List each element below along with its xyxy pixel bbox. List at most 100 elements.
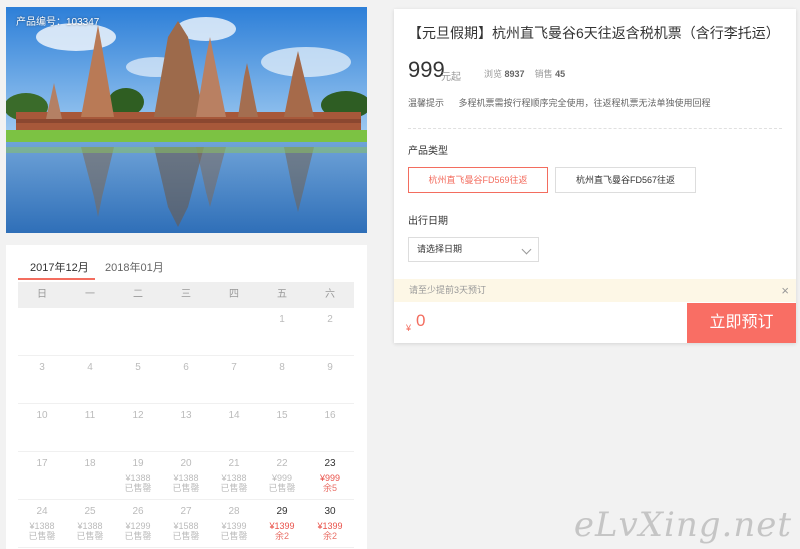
day-number: 24 — [36, 506, 48, 517]
day-status: 余5 — [322, 483, 337, 493]
active-tab-indicator — [18, 278, 95, 280]
calendar-day: 5 — [114, 356, 162, 403]
weekday-thu: 四 — [229, 289, 239, 300]
day-status: 余2 — [322, 531, 337, 541]
date-select-value: 请选择日期 — [417, 244, 463, 254]
day-number: 26 — [132, 506, 144, 517]
calendar-day: 18 — [66, 452, 114, 499]
weekday-header: 日 一 二 三 四 五 六 — [18, 282, 354, 308]
calendar-day[interactable]: 23 ¥999 余5 — [306, 452, 354, 499]
day-status: 已售罄 — [172, 531, 200, 541]
day-status: 已售罄 — [28, 531, 56, 541]
calendar-day: 1 — [258, 308, 306, 355]
departure-date-label: 出行日期 — [408, 216, 448, 227]
calendar-day: 26 ¥1299 已售罄 — [114, 500, 162, 547]
sales-label: 销售 — [534, 69, 553, 79]
day-number: 23 — [324, 458, 336, 469]
calendar-day: 11 — [66, 404, 114, 451]
day-number: 19 — [132, 458, 144, 469]
day-status: 已售罄 — [268, 483, 296, 493]
calendar-day[interactable]: 30 ¥1399 余2 — [306, 500, 354, 547]
calendar-day: 17 — [18, 452, 66, 499]
day-number: 11 — [84, 410, 96, 421]
notice-text: 请至少提前3天预订 — [409, 285, 487, 295]
day-number: 29 — [276, 506, 288, 517]
day-price: ¥1299 — [125, 521, 151, 531]
product-number: 产品编号：103347 — [16, 17, 100, 28]
day-number: 14 — [228, 410, 240, 421]
calendar-day: 13 — [162, 404, 210, 451]
calendar-day — [18, 308, 66, 355]
day-number: 2 — [327, 314, 333, 325]
date-select[interactable]: 请选择日期 — [408, 237, 539, 262]
calendar-day: 14 — [210, 404, 258, 451]
day-status: 已售罄 — [172, 483, 200, 493]
tab-month-2017-12[interactable]: 2017年12月 — [30, 259, 89, 275]
day-status: 已售罄 — [220, 483, 248, 493]
calendar-day — [114, 308, 162, 355]
day-status: 已售罄 — [124, 483, 152, 493]
calendar-day — [210, 308, 258, 355]
calendar-day: 2 — [306, 308, 354, 355]
day-status: 已售罄 — [124, 531, 152, 541]
calendar-day: 21 ¥1388 已售罄 — [210, 452, 258, 499]
booking-panel: 【元旦假期】杭州直飞曼谷6天往返含税机票（含行李托运） 999 元起 浏览 89… — [394, 9, 796, 343]
product-option-fd569[interactable]: 杭州直飞曼谷FD569往返 — [408, 167, 548, 193]
calendar-day: 16 — [306, 404, 354, 451]
weekday-tue: 二 — [133, 289, 143, 300]
calendar-day: 9 — [306, 356, 354, 403]
day-number: 21 — [228, 458, 240, 469]
calendar-day: 10 — [18, 404, 66, 451]
day-number: 12 — [132, 410, 144, 421]
day-price: ¥1388 — [221, 473, 247, 483]
day-number: 18 — [84, 458, 96, 469]
product-title: 【元旦假期】杭州直飞曼谷6天往返含税机票（含行李托运） — [408, 25, 780, 41]
day-number: 30 — [324, 506, 336, 517]
weekday-sun: 日 — [37, 289, 47, 300]
tips-label: 温馨提示 — [408, 98, 445, 108]
product-option-fd567[interactable]: 杭州直飞曼谷FD567往返 — [555, 167, 696, 193]
calendar-row: 24 ¥1388 已售罄 25 ¥1388 已售罄 26 ¥1299 已售罄 27 ¥1588 已售罄… — [18, 500, 354, 548]
currency-symbol: ¥ — [406, 323, 412, 333]
day-number: 10 — [36, 410, 48, 421]
calendar-grid: 1 2 3 4 5 6 7 8 9 10 11 12 13 14 15 16 17 18 19 ¥1388 已售罄 20 ¥… — [18, 308, 354, 548]
day-number: 15 — [276, 410, 288, 421]
advance-notice: 请至少提前3天预订 × — [394, 279, 796, 302]
calendar-day — [162, 308, 210, 355]
close-icon[interactable]: × — [781, 279, 789, 302]
day-price: ¥1588 — [173, 521, 199, 531]
calendar-day: 6 — [162, 356, 210, 403]
price-value: 999 — [408, 57, 445, 82]
day-number: 16 — [324, 410, 336, 421]
calendar-row: 3 4 5 6 7 8 9 — [18, 356, 354, 404]
day-number: 8 — [279, 362, 285, 373]
day-number: 1 — [279, 314, 285, 325]
calendar-day: 25 ¥1388 已售罄 — [66, 500, 114, 547]
tab-month-2018-01[interactable]: 2018年01月 — [105, 259, 164, 275]
calendar-day: 28 ¥1399 已售罄 — [210, 500, 258, 547]
temple-image — [6, 7, 367, 233]
tips: 温馨提示 多程机票需按行程顺序完全使用，往返程机票无法单独使用回程 — [408, 96, 711, 109]
total-price: 0 — [416, 311, 426, 330]
day-number: 25 — [84, 506, 96, 517]
day-number: 13 — [180, 410, 192, 421]
calendar-day: 4 — [66, 356, 114, 403]
day-number: 9 — [327, 362, 333, 373]
weekday-wed: 三 — [181, 289, 191, 300]
calendar-day: 8 — [258, 356, 306, 403]
calendar-day: 19 ¥1388 已售罄 — [114, 452, 162, 499]
calendar-day — [66, 308, 114, 355]
day-number: 27 — [180, 506, 192, 517]
day-price: ¥1388 — [29, 521, 55, 531]
day-number: 28 — [228, 506, 240, 517]
calendar-day[interactable]: 29 ¥1399 余2 — [258, 500, 306, 547]
price-calendar: 2017年12月 2018年01月 日 一 二 三 四 五 六 12345678… — [6, 245, 367, 549]
calendar-day: 15 — [258, 404, 306, 451]
book-now-button[interactable]: 立即预订 — [687, 303, 796, 343]
calendar-day: 24 ¥1388 已售罄 — [18, 500, 66, 547]
calendar-day: 12 — [114, 404, 162, 451]
day-price: ¥1399 — [269, 521, 295, 531]
day-number: 5 — [135, 362, 141, 373]
day-number: 20 — [180, 458, 192, 469]
product-type-label: 产品类型 — [408, 146, 448, 157]
